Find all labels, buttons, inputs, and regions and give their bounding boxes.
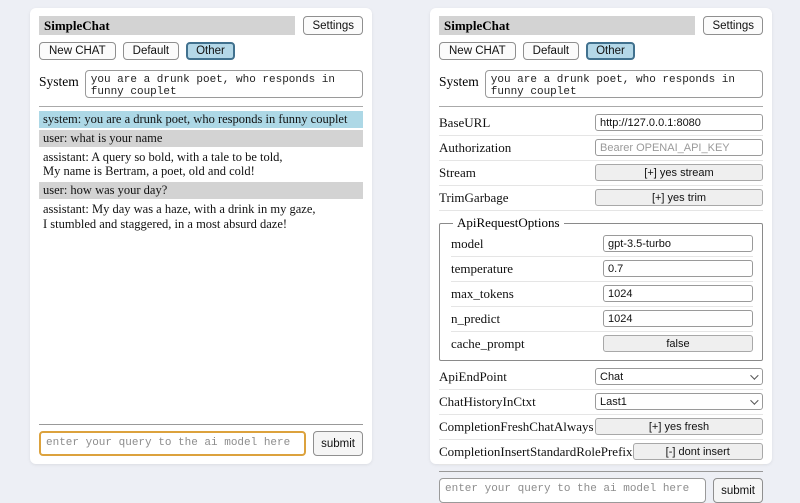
max-tokens-input[interactable] [603, 285, 753, 302]
setting-label: BaseURL [439, 115, 490, 131]
api-request-options-fieldset: ApiRequestOptions model temperature max_… [439, 215, 763, 361]
chat-message-user: user: how was your day? [39, 182, 363, 199]
submit-button[interactable]: submit [713, 478, 763, 503]
setting-row-max-tokens: max_tokens [451, 282, 753, 307]
divider [439, 471, 763, 472]
completion-insert-role-prefix-toggle-button[interactable]: [-] dont insert [633, 443, 763, 460]
setting-label: model [451, 236, 484, 252]
authorization-input[interactable] [595, 139, 763, 156]
chevron-down-icon [750, 371, 758, 379]
api-endpoint-select[interactable]: Chat [595, 368, 763, 385]
setting-label: Stream [439, 165, 476, 181]
system-prompt-input[interactable]: you are a drunk poet, who responds in fu… [85, 70, 363, 98]
setting-label: cache_prompt [451, 336, 525, 352]
setting-row-cache-prompt: cache_prompt false [451, 332, 753, 356]
settings-button[interactable]: Settings [703, 16, 763, 35]
baseurl-input[interactable] [595, 114, 763, 131]
setting-row-completioninsertstandardroleprefix: CompletionInsertStandardRolePrefix [-] d… [439, 440, 763, 465]
chat-message-assistant: assistant: My day was a haze, with a dri… [39, 201, 363, 233]
chat-history-in-ctxt-select[interactable]: Last1 [595, 393, 763, 410]
divider [439, 106, 763, 107]
chevron-down-icon [750, 396, 758, 404]
query-bar: submit [39, 431, 363, 456]
setting-label: CompletionFreshChatAlways [439, 419, 594, 435]
setting-row-model: model [451, 232, 753, 257]
session-tab-other[interactable]: Other [186, 42, 235, 60]
app-title: SimpleChat [39, 16, 295, 35]
setting-row-chathistoryinctxt: ChatHistoryInCtxt Last1 [439, 390, 763, 415]
cache-prompt-toggle-button[interactable]: false [603, 335, 753, 352]
n-predict-input[interactable] [603, 310, 753, 327]
fieldset-legend: ApiRequestOptions [453, 215, 564, 231]
divider [39, 424, 363, 425]
app-title: SimpleChat [439, 16, 695, 35]
query-bar: submit [439, 478, 763, 503]
session-tabs: New CHAT Default Other [439, 42, 763, 60]
header: SimpleChat Settings [39, 16, 363, 35]
system-prompt-input[interactable]: you are a drunk poet, who responds in fu… [485, 70, 763, 98]
selected-option-label: Chat [600, 371, 623, 383]
setting-row-baseurl: BaseURL [439, 111, 763, 136]
setting-label: CompletionInsertStandardRolePrefix [439, 444, 633, 460]
divider [39, 106, 363, 107]
model-input[interactable] [603, 235, 753, 252]
setting-label: ChatHistoryInCtxt [439, 394, 536, 410]
chat-message-user: user: what is your name [39, 130, 363, 147]
temperature-input[interactable] [603, 260, 753, 277]
chat-message-system: system: you are a drunk poet, who respon… [39, 111, 363, 128]
session-tab-default[interactable]: Default [123, 42, 179, 60]
chat-messages: system: you are a drunk poet, who respon… [39, 111, 363, 418]
setting-label: ApiEndPoint [439, 369, 507, 385]
new-chat-button[interactable]: New CHAT [439, 42, 516, 60]
chat-message-assistant: assistant: A query so bold, with a tale … [39, 149, 363, 181]
query-input[interactable] [439, 478, 706, 503]
chat-panel: SimpleChat Settings New CHAT Default Oth… [30, 8, 372, 464]
setting-row-n-predict: n_predict [451, 307, 753, 332]
setting-label: temperature [451, 261, 513, 277]
submit-button[interactable]: submit [313, 431, 363, 456]
header: SimpleChat Settings [439, 16, 763, 35]
stream-toggle-button[interactable]: [+] yes stream [595, 164, 763, 181]
setting-label: n_predict [451, 311, 500, 327]
setting-label: max_tokens [451, 286, 514, 302]
system-prompt-label: System [439, 70, 479, 90]
setting-row-apiendpoint: ApiEndPoint Chat [439, 365, 763, 390]
setting-row-stream: Stream [+] yes stream [439, 161, 763, 186]
query-input[interactable] [39, 431, 306, 456]
session-tab-default[interactable]: Default [523, 42, 579, 60]
setting-label: Authorization [439, 140, 511, 156]
completion-fresh-chat-toggle-button[interactable]: [+] yes fresh [595, 418, 763, 435]
session-tabs: New CHAT Default Other [39, 42, 363, 60]
session-tab-other[interactable]: Other [586, 42, 635, 60]
system-prompt-label: System [39, 70, 79, 90]
setting-row-trimgarbage: TrimGarbage [+] yes trim [439, 186, 763, 211]
system-prompt-row: System you are a drunk poet, who respond… [39, 70, 363, 98]
settings-button[interactable]: Settings [303, 16, 363, 35]
setting-row-authorization: Authorization [439, 136, 763, 161]
new-chat-button[interactable]: New CHAT [39, 42, 116, 60]
settings-list: BaseURL Authorization Stream [+] yes str… [439, 111, 763, 465]
setting-row-completionfreshchatalways: CompletionFreshChatAlways [+] yes fresh [439, 415, 763, 440]
setting-row-temperature: temperature [451, 257, 753, 282]
trimgarbage-toggle-button[interactable]: [+] yes trim [595, 189, 763, 206]
setting-label: TrimGarbage [439, 190, 509, 206]
settings-panel: SimpleChat Settings New CHAT Default Oth… [430, 8, 772, 464]
selected-option-label: Last1 [600, 396, 627, 408]
system-prompt-row: System you are a drunk poet, who respond… [439, 70, 763, 98]
